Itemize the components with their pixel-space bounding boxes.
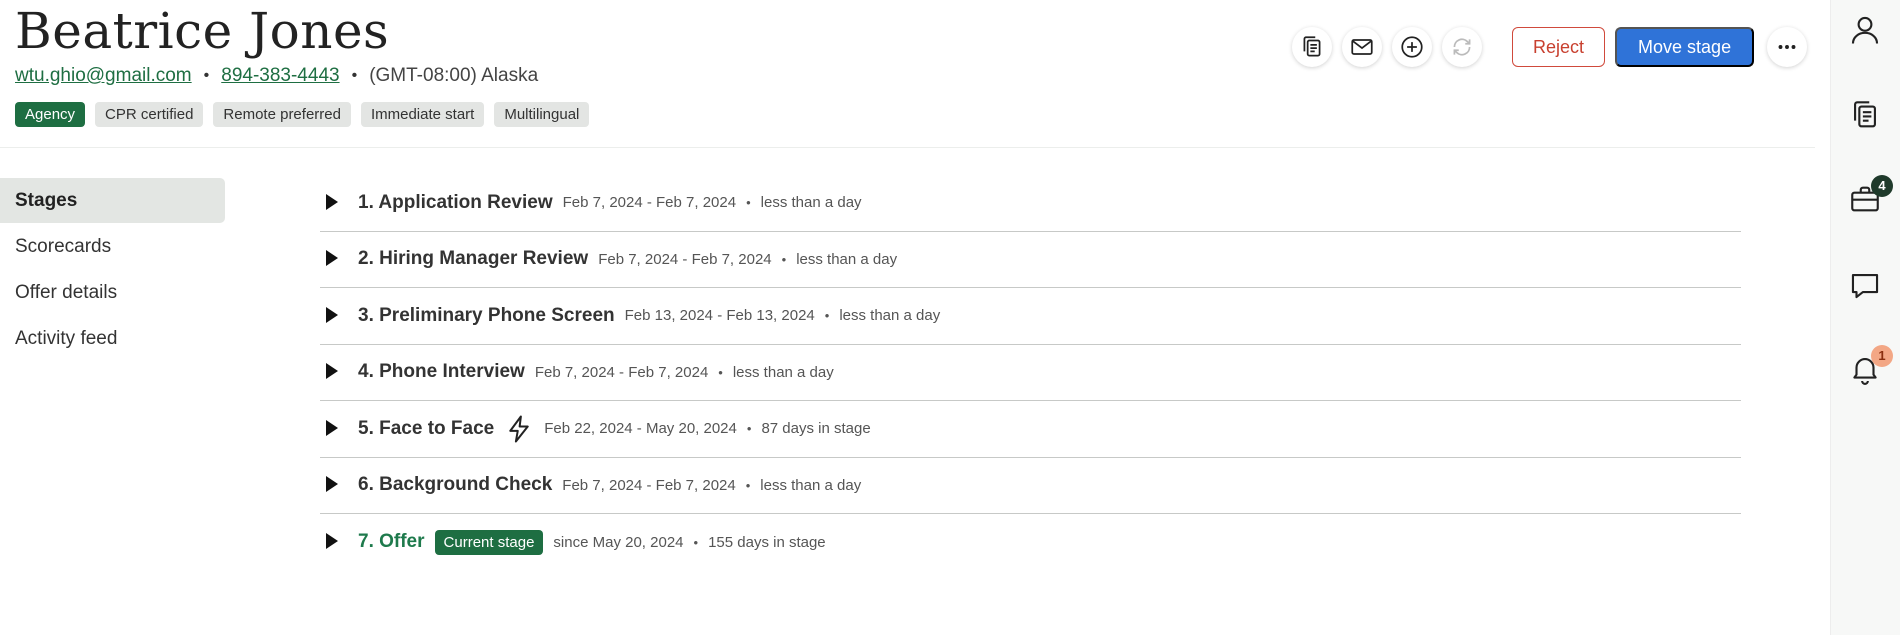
email-link[interactable]: wtu.ghio@gmail.com [15, 65, 192, 87]
chat-icon [1851, 274, 1879, 299]
tag-cpr-certified: CPR certified [95, 102, 204, 127]
copy-icon [1303, 36, 1321, 57]
stage-title: 6. Background Check [358, 474, 553, 496]
timezone-text: (GMT-08:00) Alaska [369, 65, 539, 86]
refresh-button[interactable] [1442, 27, 1482, 67]
separator-dot: • [746, 421, 752, 437]
more-horizontal-icon [1778, 45, 1796, 49]
stage-title: 3. Preliminary Phone Screen [358, 304, 615, 326]
stage-dates: Feb 7, 2024 - Feb 7, 2024 [534, 363, 709, 381]
separator-dot: • [781, 251, 787, 267]
separator-dot: • [693, 534, 699, 550]
expand-triangle-icon[interactable] [326, 363, 338, 380]
lightning-icon [509, 415, 529, 443]
nav-item-scorecards[interactable]: Scorecards [0, 224, 225, 269]
stage-title: 5. Face to Face [358, 417, 495, 439]
stage-title: 4. Phone Interview [358, 361, 525, 383]
stage-duration: less than a day [796, 250, 898, 268]
stage-duration: less than a day [760, 194, 862, 212]
phone-link[interactable]: 894-383-4443 [221, 65, 339, 87]
stage-dates: Feb 7, 2024 - Feb 7, 2024 [562, 194, 737, 212]
comments-rail-button[interactable] [1848, 268, 1882, 302]
expand-triangle-icon[interactable] [326, 193, 338, 210]
mail-icon [1351, 39, 1373, 55]
stage-title: 7. Offer [358, 531, 425, 553]
stage-row[interactable]: 6. Background Check Feb 7, 2024 - Feb 7,… [320, 458, 1741, 514]
stage-row[interactable]: 5. Face to Face Feb 22, 2024 - May 20, 2… [320, 401, 1741, 458]
add-button[interactable] [1392, 27, 1432, 67]
expand-triangle-icon[interactable] [326, 250, 338, 267]
jobs-count-badge: 4 [1871, 175, 1893, 197]
contact-row: wtu.ghio@gmail.com • 894-383-4443 • (GMT… [15, 64, 538, 88]
documents-rail-button[interactable] [1848, 98, 1882, 132]
header-actions: Reject Move stage [1292, 27, 1817, 67]
stage-dates: Feb 22, 2024 - May 20, 2024 [544, 420, 737, 438]
nav-item-activity-feed[interactable]: Activity feed [0, 316, 225, 361]
candidate-name: Beatrice Jones [15, 2, 390, 60]
stage-duration: less than a day [839, 307, 941, 325]
stage-duration: less than a day [732, 363, 834, 381]
nav-item-stages[interactable]: Stages [0, 178, 225, 223]
current-stage-badge: Current stage [434, 529, 544, 555]
header-divider [0, 147, 1815, 148]
copy-button[interactable] [1292, 27, 1332, 67]
stage-row[interactable]: 4. Phone Interview Feb 7, 2024 - Feb 7, … [320, 345, 1741, 401]
stage-title: 2. Hiring Manager Review [358, 248, 589, 270]
stages-list: 1. Application Review Feb 7, 2024 - Feb … [320, 175, 1741, 571]
user-icon [1851, 16, 1879, 44]
more-button[interactable] [1767, 27, 1808, 67]
tag-agency: Agency [15, 102, 86, 127]
notifications-count-badge: 1 [1871, 345, 1893, 367]
reject-button[interactable]: Reject [1512, 27, 1606, 67]
stage-duration: less than a day [760, 476, 862, 494]
tags-row: Agency CPR certified Remote preferred Im… [15, 102, 590, 127]
stage-row[interactable]: 3. Preliminary Phone Screen Feb 13, 2024… [320, 288, 1741, 345]
tag-multilingual: Multilingual [494, 102, 590, 127]
nav-item-offer-details[interactable]: Offer details [0, 270, 225, 315]
expand-triangle-icon[interactable] [326, 533, 338, 550]
separator-dot: • [718, 364, 723, 380]
stage-row[interactable]: 7. Offer Current stage since May 20, 202… [320, 514, 1741, 571]
refresh-icon [1453, 38, 1471, 56]
stage-dates: Feb 7, 2024 - Feb 7, 2024 [562, 476, 736, 494]
separator-dot: • [203, 67, 210, 84]
separator-dot: • [351, 67, 358, 84]
right-rail: 4 1 [1830, 0, 1900, 635]
profile-rail-button[interactable] [1848, 13, 1882, 47]
stage-row[interactable]: 1. Application Review Feb 7, 2024 - Feb … [320, 175, 1741, 232]
tag-remote-preferred: Remote preferred [213, 102, 351, 127]
add-circle-icon [1401, 36, 1423, 58]
separator-dot: • [746, 195, 751, 211]
expand-triangle-icon[interactable] [326, 306, 338, 323]
move-stage-button[interactable]: Move stage [1615, 27, 1755, 67]
side-nav: Stages Scorecards Offer details Activity… [0, 178, 225, 362]
stage-duration: 87 days in stage [761, 420, 871, 438]
expand-triangle-icon[interactable] [326, 476, 338, 493]
email-button[interactable] [1342, 27, 1382, 67]
separator-dot: • [824, 308, 830, 324]
stage-duration: 155 days in stage [708, 533, 826, 551]
copy-icon [1854, 101, 1876, 128]
expand-triangle-icon[interactable] [326, 419, 338, 436]
stage-dates: Feb 13, 2024 - Feb 13, 2024 [624, 307, 815, 325]
stage-row[interactable]: 2. Hiring Manager Review Feb 7, 2024 - F… [320, 232, 1741, 288]
tag-immediate-start: Immediate start [360, 102, 485, 127]
stage-title: 1. Application Review [358, 191, 553, 213]
stage-dates: since May 20, 2024 [553, 533, 684, 551]
stage-dates: Feb 7, 2024 - Feb 7, 2024 [598, 250, 772, 268]
separator-dot: • [745, 477, 751, 493]
